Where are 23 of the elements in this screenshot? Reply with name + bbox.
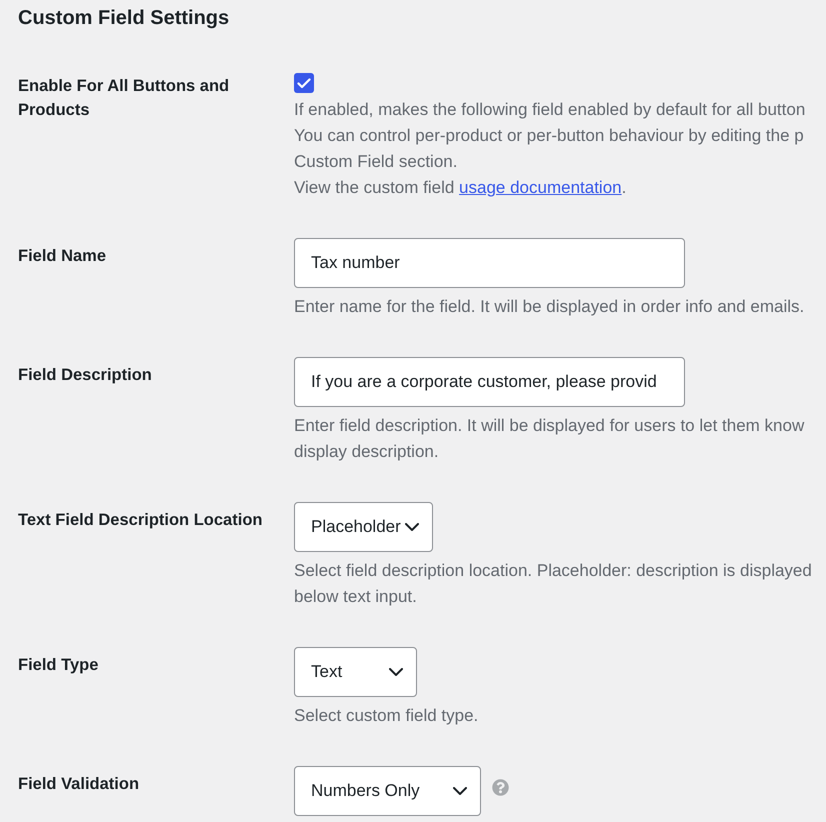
field-label: Field Type bbox=[18, 655, 98, 676]
chevron-down-icon bbox=[405, 523, 419, 531]
field-label: Field Description bbox=[18, 365, 152, 386]
field-label: Field Validation bbox=[18, 774, 140, 795]
field-label: Text Field Description Location bbox=[18, 510, 262, 531]
field-description: Enter field description. It will be displayed for users to let them know display description. bbox=[294, 415, 804, 463]
select-dropdown[interactable]: Placeholder bbox=[294, 502, 433, 552]
chevron-down-icon bbox=[389, 668, 403, 676]
field-label: Field Name bbox=[18, 246, 106, 267]
section-title: Custom Field Settings bbox=[18, 6, 230, 31]
field-description: Select custom field type. bbox=[294, 705, 478, 727]
text-input[interactable]: Tax number bbox=[294, 238, 685, 288]
chevron-down-icon bbox=[453, 787, 467, 795]
field-label: Enable For All Buttons and Products bbox=[18, 76, 230, 121]
select-dropdown[interactable]: Numbers Only bbox=[294, 766, 481, 816]
field-description: If enabled, makes the following field enabled by default for all button You can control per-product or per-button behaviour by editing the p Custom Field section. View the custom field usage documentation. bbox=[294, 99, 806, 199]
select-dropdown[interactable]: Text bbox=[294, 647, 417, 697]
documentation-link[interactable]: usage documentation bbox=[459, 178, 622, 197]
field-description: Enter name for the field. It will be displayed in order info and emails. bbox=[294, 296, 804, 318]
text-input[interactable]: If you are a corporate customer, please provid bbox=[294, 357, 685, 407]
field-description: Select field description location. Placeholder: description is displayed below text input. bbox=[294, 560, 812, 608]
checkmark-icon bbox=[297, 78, 311, 88]
checkbox[interactable] bbox=[294, 73, 314, 93]
